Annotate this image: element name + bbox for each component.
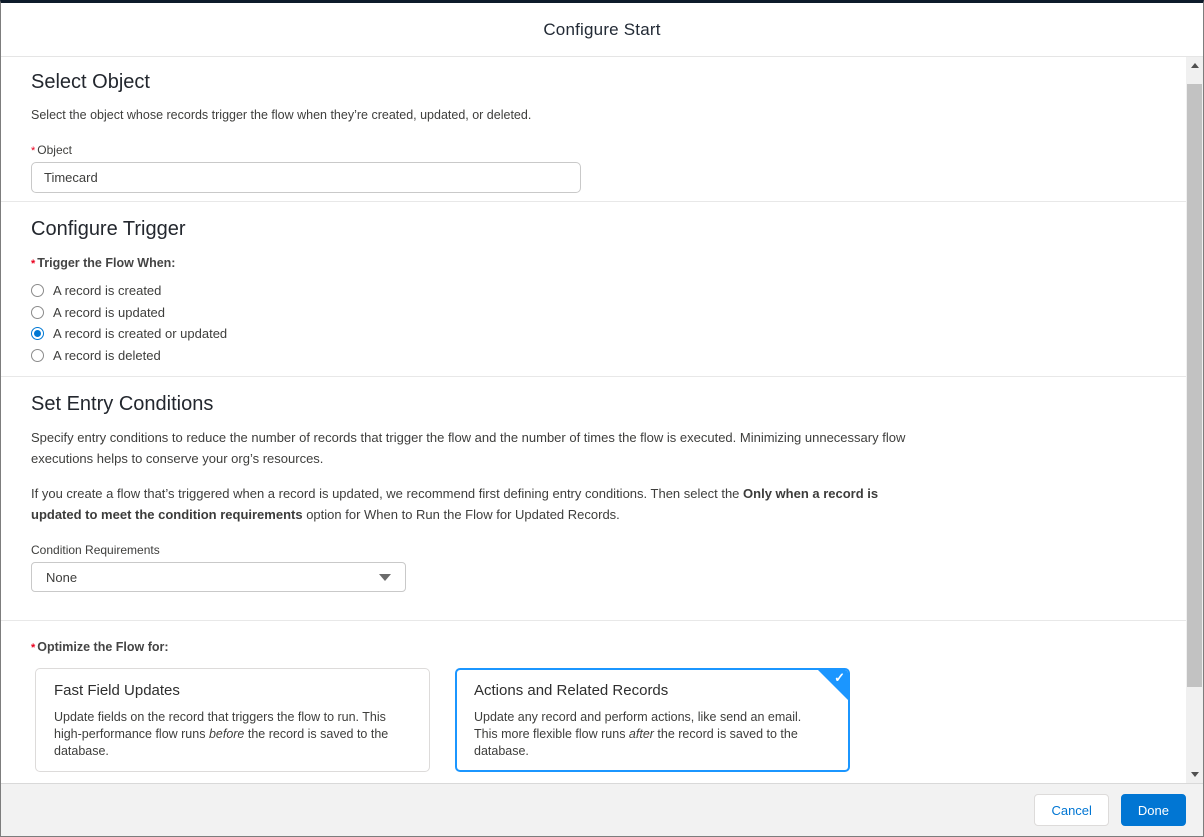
scrollbar-thumb[interactable] <box>1187 84 1202 687</box>
checkmark-icon: ✓ <box>834 670 845 685</box>
select-object-heading: Select Object <box>31 71 1156 94</box>
optimize-label: *Optimize the Flow for: <box>31 640 1156 654</box>
scroll-up-button[interactable] <box>1186 57 1203 74</box>
radio-icon[interactable] <box>31 349 44 362</box>
dialog-title: Configure Start <box>543 20 660 40</box>
optimize-section: *Optimize the Flow for: Fast Field Updat… <box>1 621 1186 782</box>
radio-icon[interactable] <box>31 306 44 319</box>
dialog-body: Select Object Select the object whose re… <box>1 57 1203 783</box>
condition-requirements-dropdown[interactable]: None <box>31 562 406 592</box>
entry-conditions-section: Set Entry Conditions Specify entry condi… <box>1 377 1186 621</box>
optimize-cards: Fast Field Updates Update fields on the … <box>35 668 1156 772</box>
select-object-section: Select Object Select the object whose re… <box>1 57 1186 202</box>
configure-trigger-heading: Configure Trigger <box>31 218 1156 241</box>
object-input[interactable] <box>31 162 581 193</box>
trigger-radio-group: A record is created A record is updated … <box>31 280 1156 366</box>
radio-record-created-or-updated[interactable]: A record is created or updated <box>31 323 1156 345</box>
radio-selected-icon[interactable] <box>31 327 44 340</box>
radio-record-created[interactable]: A record is created <box>31 280 1156 302</box>
radio-record-deleted[interactable]: A record is deleted <box>31 345 1156 367</box>
required-asterisk: * <box>31 642 35 654</box>
configure-start-dialog: Configure Start Select Object Select the… <box>0 0 1204 837</box>
scroll-down-icon <box>1191 772 1199 777</box>
radio-record-updated[interactable]: A record is updated <box>31 302 1156 324</box>
vertical-scrollbar[interactable] <box>1186 57 1203 783</box>
trigger-when-label: *Trigger the Flow When: <box>31 256 1156 270</box>
select-object-description: Select the object whose records trigger … <box>31 105 911 126</box>
cancel-button[interactable]: Cancel <box>1034 794 1108 826</box>
card-fast-field-updates[interactable]: Fast Field Updates Update fields on the … <box>35 668 430 772</box>
object-field-label: *Object <box>31 143 1156 157</box>
scroll-up-icon <box>1191 63 1199 68</box>
condition-requirements-value: None <box>46 570 77 585</box>
required-asterisk: * <box>31 145 35 157</box>
radio-icon[interactable] <box>31 284 44 297</box>
dialog-header: Configure Start <box>1 3 1203 57</box>
required-asterisk: * <box>31 258 35 270</box>
card-actions-and-related-records[interactable]: ✓ Actions and Related Records Update any… <box>455 668 850 772</box>
entry-conditions-paragraph-1: Specify entry conditions to reduce the n… <box>31 427 911 469</box>
dropdown-arrow-icon <box>379 574 391 581</box>
entry-conditions-heading: Set Entry Conditions <box>31 393 1156 416</box>
scroll-down-button[interactable] <box>1186 766 1203 783</box>
configure-trigger-section: Configure Trigger *Trigger the Flow When… <box>1 202 1186 377</box>
condition-requirements-label: Condition Requirements <box>31 543 1156 557</box>
dialog-footer: Cancel Done <box>1 783 1203 836</box>
done-button[interactable]: Done <box>1121 794 1186 826</box>
entry-conditions-paragraph-2: If you create a flow that’s triggered wh… <box>31 483 911 525</box>
